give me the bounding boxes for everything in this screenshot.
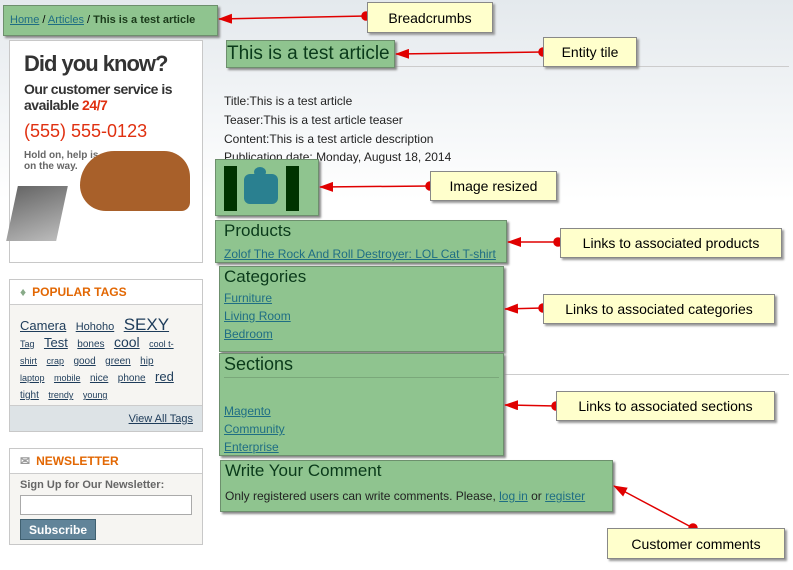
callout-products: Links to associated products (560, 228, 782, 258)
annotation-arrows (218, 11, 698, 533)
arrow (218, 13, 367, 24)
callout-comments: Customer comments (607, 528, 785, 559)
callout-entity-title: Entity tile (543, 37, 637, 67)
callout-breadcrumbs: Breadcrumbs (367, 2, 493, 33)
callout-sections: Links to associated sections (556, 391, 775, 421)
callout-categories: Links to associated categories (543, 294, 775, 324)
callout-image: Image resized (430, 171, 557, 201)
